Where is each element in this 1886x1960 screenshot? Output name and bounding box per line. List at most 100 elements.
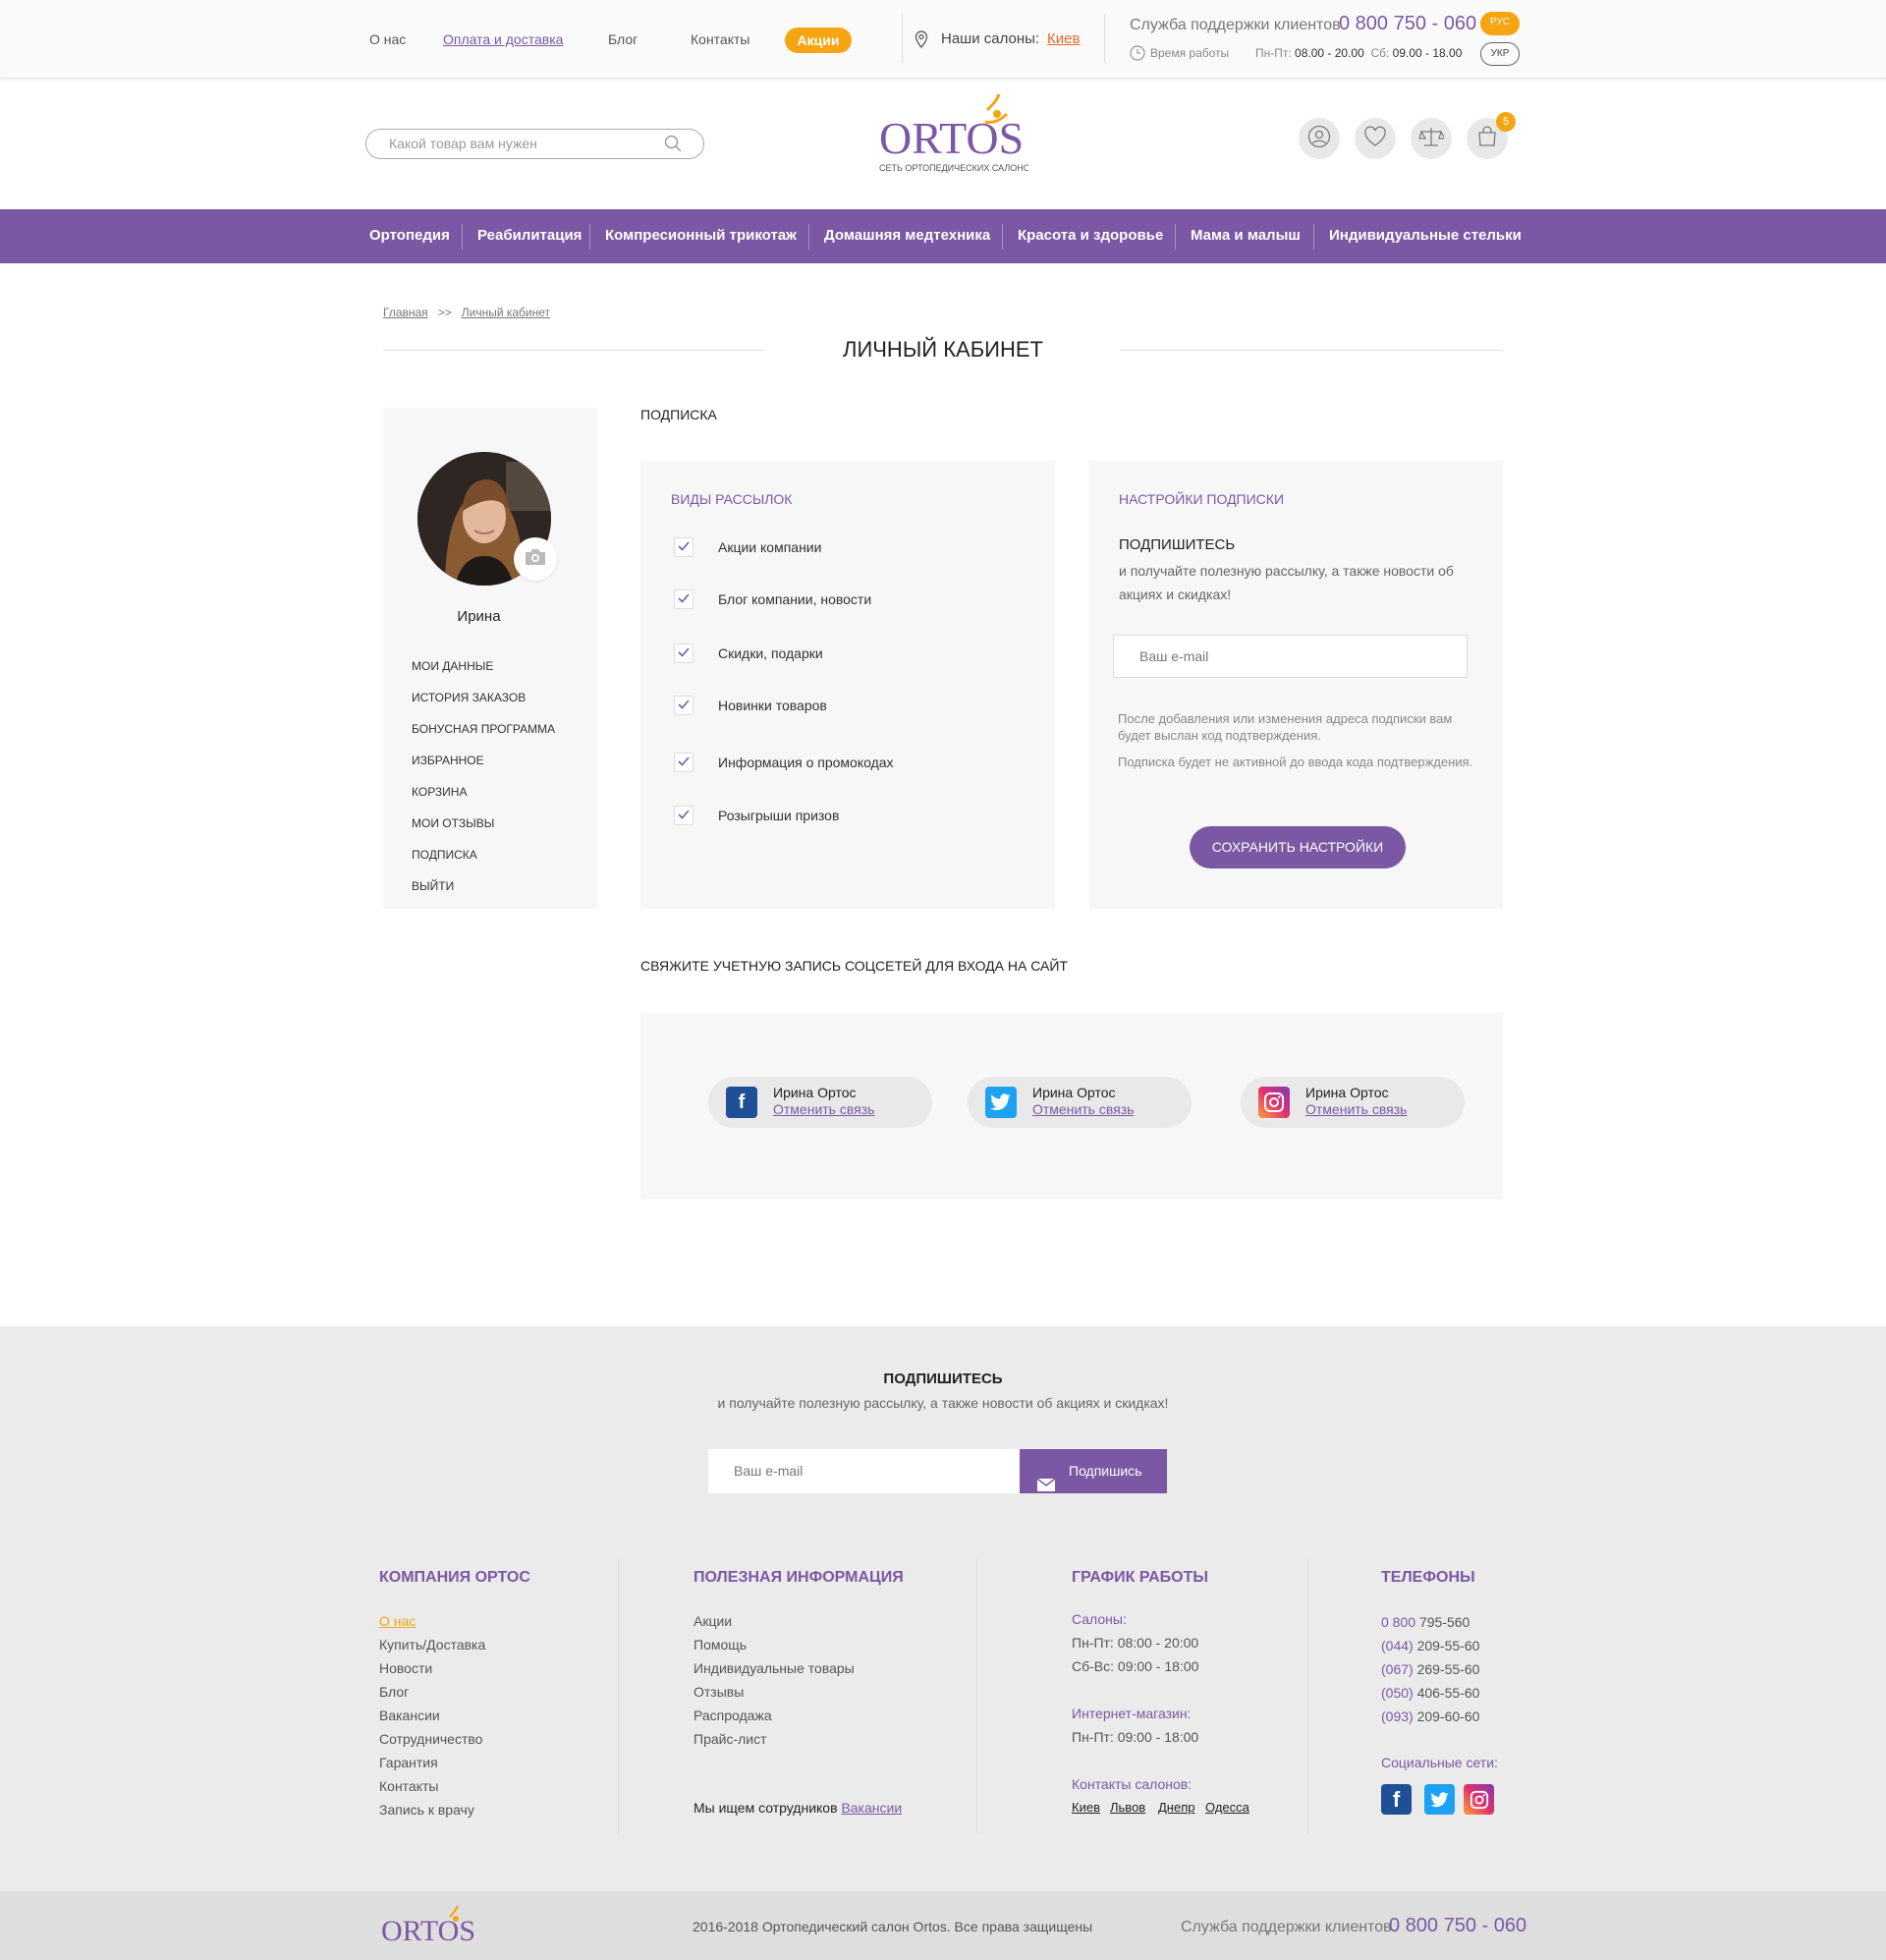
checkbox-new-products[interactable] bbox=[674, 696, 693, 715]
lang-ru-button[interactable]: РУС bbox=[1480, 12, 1520, 35]
nav-payment-delivery[interactable]: Оплата и доставка bbox=[443, 31, 563, 47]
checkbox-giveaways[interactable] bbox=[674, 806, 693, 825]
phone-item[interactable]: (044) 209-55-60 bbox=[1381, 1638, 1479, 1653]
unlink-twitter-link[interactable]: Отменить связь bbox=[1032, 1101, 1134, 1117]
footer-twitter-icon[interactable] bbox=[1424, 1784, 1455, 1815]
confirmation-note: После добавления или изменения адреса по… bbox=[1118, 711, 1453, 743]
footer-link-blog[interactable]: Блог bbox=[379, 1684, 409, 1700]
footer-phones-title: ТЕЛЕФОНЫ bbox=[1381, 1569, 1475, 1586]
footer-link-promos[interactable]: Акции bbox=[693, 1613, 732, 1629]
twitter-icon bbox=[985, 1087, 1017, 1118]
breadcrumb-current[interactable]: Личный кабинет bbox=[462, 306, 550, 319]
sidebar-item-subscription[interactable]: ПОДПИСКА bbox=[412, 848, 477, 862]
salons-city-link[interactable]: Киев bbox=[1047, 30, 1080, 47]
footer-link-doctor-appointment[interactable]: Запись к врачу bbox=[379, 1802, 474, 1818]
nav-about[interactable]: О нас bbox=[369, 31, 406, 47]
menu-item-beauty-health[interactable]: Красота и здоровье bbox=[1018, 227, 1163, 244]
footer-link-buy-delivery[interactable]: Купить/Доставка bbox=[379, 1637, 485, 1652]
support-label: Служба поддержки клиентов bbox=[1130, 17, 1341, 33]
sidebar-item-reviews[interactable]: МОИ ОТЗЫВЫ bbox=[412, 816, 494, 830]
footer-link-sale[interactable]: Распродажа bbox=[693, 1708, 772, 1723]
nav-contacts[interactable]: Контакты bbox=[691, 31, 749, 47]
checkbox-label: Скидки, подарки bbox=[718, 645, 823, 661]
sidebar-item-my-data[interactable]: МОИ ДАННЫЕ bbox=[412, 659, 493, 673]
promo-button[interactable]: Акции bbox=[785, 28, 852, 53]
footer-logo[interactable]: ORTOS bbox=[379, 1903, 477, 1948]
compare-button[interactable] bbox=[1411, 118, 1452, 159]
search-icon[interactable] bbox=[664, 135, 682, 157]
search-input[interactable]: Какой товар вам нужен bbox=[365, 129, 704, 159]
newsletter-types-panel: ВИДЫ РАССЫЛОК Акции компании Блог компан… bbox=[640, 461, 1055, 909]
checkbox-promocodes[interactable] bbox=[674, 753, 693, 772]
checkmark-icon bbox=[678, 644, 690, 662]
menu-item-insoles[interactable]: Индивидуальные стельки bbox=[1329, 227, 1522, 244]
footer-link-cooperation[interactable]: Сотрудничество bbox=[379, 1731, 482, 1747]
footer-link-contacts[interactable]: Контакты bbox=[379, 1778, 438, 1794]
footer-link-news[interactable]: Новости bbox=[379, 1660, 432, 1676]
footer-link-about[interactable]: О нас bbox=[379, 1613, 416, 1629]
location-pin-icon bbox=[915, 30, 928, 53]
footer-link-vacancies[interactable]: Вакансии bbox=[379, 1708, 440, 1723]
footer-link-help[interactable]: Помощь bbox=[693, 1637, 747, 1652]
support-phone[interactable]: 0 800 750 - 060 bbox=[1339, 13, 1476, 35]
checkbox-company-promos[interactable] bbox=[674, 537, 693, 557]
footer-facebook-icon[interactable]: f bbox=[1381, 1784, 1412, 1815]
schedule-online-hours: Пн-Пт: 09:00 - 18:00 bbox=[1072, 1729, 1199, 1745]
checkbox-label: Розыгрыши призов bbox=[718, 808, 840, 823]
footer-link-custom-goods[interactable]: Индивидуальные товары bbox=[693, 1660, 855, 1676]
bottom-support-phone[interactable]: 0 800 750 - 060 bbox=[1389, 1915, 1526, 1937]
footer-subscribe-button[interactable]: Подпишись bbox=[1020, 1449, 1167, 1493]
schedule-salons-label: Салоны: bbox=[1072, 1611, 1127, 1627]
footer-email-field[interactable]: Ваш e-mail bbox=[708, 1449, 1020, 1493]
unlink-instagram-link[interactable]: Отменить связь bbox=[1305, 1101, 1407, 1117]
footer-link-reviews[interactable]: Отзывы bbox=[693, 1684, 744, 1700]
sidebar-item-cart[interactable]: КОРЗИНА bbox=[412, 785, 467, 799]
checkbox-discounts[interactable] bbox=[674, 644, 693, 663]
change-photo-button[interactable] bbox=[514, 537, 557, 581]
unlink-facebook-link[interactable]: Отменить связь bbox=[773, 1101, 874, 1117]
subscription-title: ПОДПИСКА bbox=[640, 407, 717, 422]
breadcrumb-home[interactable]: Главная bbox=[383, 306, 428, 319]
save-settings-button[interactable]: СОХРАНИТЬ НАСТРОЙКИ bbox=[1190, 826, 1406, 868]
footer-schedule-title: ГРАФИК РАБОТЫ bbox=[1072, 1569, 1209, 1586]
city-link-dnipro[interactable]: Днепр bbox=[1158, 1800, 1194, 1815]
city-link-lviv[interactable]: Львов bbox=[1110, 1800, 1145, 1815]
footer-instagram-icon[interactable] bbox=[1464, 1784, 1494, 1815]
footer-link-warranty[interactable]: Гарантия bbox=[379, 1755, 438, 1770]
breadcrumb-separator: >> bbox=[437, 306, 452, 319]
footer-link-price-list[interactable]: Прайс-лист bbox=[693, 1731, 767, 1747]
schedule-salons-weekday: Пн-Пт: 08:00 - 20:00 bbox=[1072, 1635, 1199, 1651]
checkmark-icon bbox=[678, 697, 690, 714]
menu-item-mom-baby[interactable]: Мама и малыш bbox=[1191, 227, 1301, 244]
menu-item-rehabilitation[interactable]: Реабилитация bbox=[477, 227, 582, 244]
logo[interactable]: ORTOS СЕТЬ ОРТОПЕДИЧЕСКИХ САЛОНОВ bbox=[877, 92, 1036, 177]
checkbox-blog-news[interactable] bbox=[674, 589, 693, 609]
city-link-odesa[interactable]: Одесса bbox=[1205, 1800, 1249, 1815]
phone-item[interactable]: 0 800 795-560 bbox=[1381, 1614, 1470, 1630]
checkmark-icon bbox=[678, 754, 690, 771]
phone-item[interactable]: (050) 406-55-60 bbox=[1381, 1685, 1479, 1701]
sidebar-item-order-history[interactable]: ИСТОРИЯ ЗАКАЗОВ bbox=[412, 691, 526, 704]
wishlist-button[interactable] bbox=[1355, 118, 1396, 159]
menu-item-compression[interactable]: Компресионный трикотаж bbox=[605, 227, 797, 244]
hiring-vacancies-link[interactable]: Вакансии bbox=[841, 1800, 902, 1816]
menu-item-orthopedics[interactable]: Ортопедия bbox=[369, 227, 450, 244]
phone-item[interactable]: (067) 269-55-60 bbox=[1381, 1661, 1479, 1677]
sidebar-item-logout[interactable]: ВЫЙТИ bbox=[412, 879, 454, 893]
social-account-facebook: f Ирина Ортос Отменить связь bbox=[708, 1077, 932, 1128]
lang-ua-button[interactable]: УКР bbox=[1480, 42, 1520, 66]
menu-divider bbox=[1313, 224, 1314, 250]
city-link-kiev[interactable]: Киев bbox=[1072, 1800, 1100, 1815]
menu-item-home-medtech[interactable]: Домашняя медтехника bbox=[824, 227, 990, 244]
subscribe-heading: ПОДПИШИТЕСЬ bbox=[1119, 536, 1236, 553]
svg-text:ORTOS: ORTOS bbox=[381, 1915, 475, 1947]
footer-divider bbox=[618, 1559, 619, 1834]
nav-blog[interactable]: Блог bbox=[608, 31, 638, 47]
account-button[interactable] bbox=[1299, 118, 1340, 159]
email-field[interactable]: Ваш e-mail bbox=[1113, 635, 1468, 678]
phone-item[interactable]: (093) 209-60-60 bbox=[1381, 1708, 1479, 1724]
page-title: ЛИЧНЫЙ КАБИНЕТ bbox=[843, 337, 1043, 362]
sidebar-item-bonus[interactable]: БОНУСНАЯ ПРОГРАММА bbox=[412, 722, 555, 736]
menu-divider bbox=[808, 224, 809, 250]
sidebar-item-favorites[interactable]: ИЗБРАННОЕ bbox=[412, 754, 484, 767]
